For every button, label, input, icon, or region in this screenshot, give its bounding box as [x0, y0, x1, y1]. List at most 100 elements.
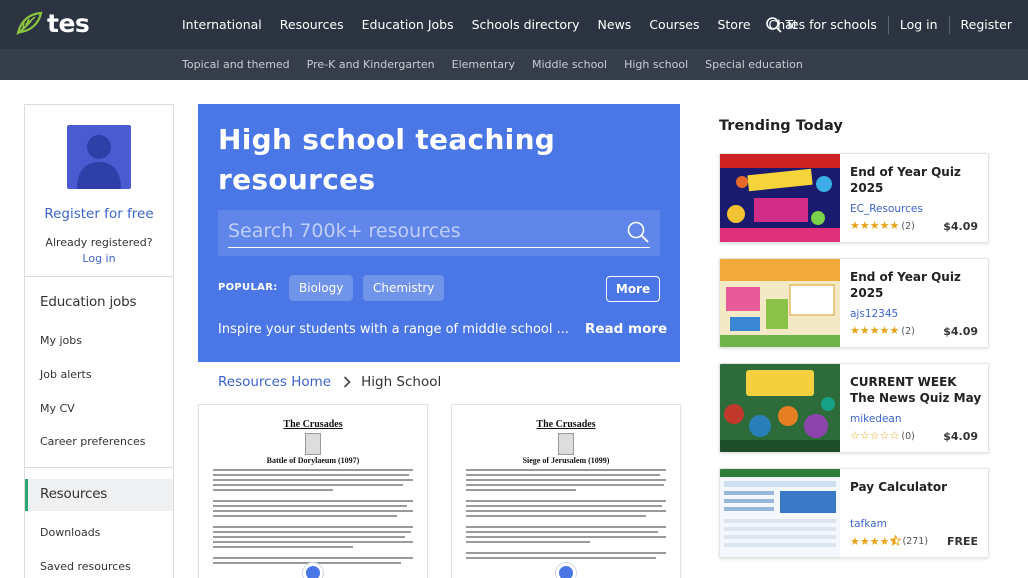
subnav-prek[interactable]: Pre-K and Kindergarten [307, 58, 435, 71]
trending-item-author[interactable]: EC_Resources [850, 203, 923, 215]
rating-count: (271) [902, 536, 929, 547]
trending-thumbnail [720, 469, 840, 557]
register-link[interactable]: Register [961, 17, 1012, 32]
sidebar-item-saved-resources[interactable]: Saved resources [40, 560, 131, 573]
trending-thumbnail [720, 364, 840, 452]
star-icon: ★ [889, 219, 900, 232]
nav-separator [948, 15, 950, 34]
subnav-topical[interactable]: Topical and themed [182, 58, 290, 71]
resource-card[interactable]: The Crusades Battle of Dorylaeum (1097) [198, 404, 428, 578]
tes-for-schools-link[interactable]: Tes for schools [785, 17, 876, 32]
resource-doc-subtitle: Battle of Dorylaeum (1097) [266, 456, 360, 465]
star-outline-icon: ☆ [879, 429, 890, 442]
star-icon: ★ [879, 324, 890, 337]
hero-banner: High school teaching resources POPULAR: … [198, 104, 680, 362]
trending-thumbnail [720, 259, 840, 347]
trending-item[interactable]: Pay Calculator tafkam ★ ★ ★ ★ (271) FREE [719, 468, 989, 558]
page-title: High school teaching resources [218, 123, 556, 196]
already-registered-text: Already registered? [45, 236, 153, 249]
trending-item-price: $4.09 [943, 220, 978, 233]
doc-pin-icon [303, 563, 323, 578]
breadcrumb: Resources Home High School [218, 372, 441, 392]
resources-heading[interactable]: Resources [40, 486, 107, 502]
chevron-right-icon [343, 376, 351, 388]
resource-doc-subtitle: Siege of Jerusalem (1099) [522, 456, 610, 465]
hero-description: Inspire your students with a range of mi… [218, 322, 569, 337]
trending-today-heading: Trending Today [719, 118, 843, 134]
star-icon: ★ [859, 324, 870, 337]
sidebar-item-my-jobs[interactable]: My jobs [40, 334, 82, 347]
nav-education-jobs[interactable]: Education Jobs [362, 17, 454, 32]
right-nav: Tes for schools Log in Register [765, 0, 1012, 49]
trending-item-title: End of Year Quiz 2025 [850, 165, 961, 195]
star-icon: ★ [859, 534, 870, 548]
education-jobs-heading: Education jobs [40, 294, 137, 310]
register-free-link[interactable]: Register for free [25, 206, 173, 222]
resource-search-input[interactable] [228, 218, 618, 244]
star-outline-icon: ☆ [889, 429, 900, 442]
star-icon: ★ [859, 219, 870, 232]
nav-resources[interactable]: Resources [280, 17, 344, 32]
search-underline [228, 247, 650, 248]
hero-search-box [218, 210, 660, 256]
resource-doc-title: The Crusades [536, 419, 596, 430]
star-icon: ★ [869, 324, 880, 337]
account-sidebar: Register for free Already registered? Lo… [24, 104, 174, 578]
sidebar-divider [25, 276, 173, 277]
star-half-icon [888, 534, 902, 548]
doc-text-lines [213, 469, 413, 567]
trending-item[interactable]: End of Year Quiz 2025 ajs12345 ★ ★ ★ ★ ★ (2)… [719, 258, 989, 348]
subnav-middle-school[interactable]: Middle school [532, 58, 607, 71]
login-link[interactable]: Log in [900, 17, 938, 32]
sidebar-item-downloads[interactable]: Downloads [40, 526, 100, 539]
subnav-special-education[interactable]: Special education [705, 58, 803, 71]
trending-item-title: CURRENT WEEK The News Quiz May [850, 375, 982, 405]
popular-chip-chemistry[interactable]: Chemistry [363, 275, 445, 301]
trending-item[interactable]: CURRENT WEEK The News Quiz May mikedean … [719, 363, 989, 453]
trending-item-price: FREE [946, 535, 978, 548]
doc-figure-image [305, 433, 321, 455]
more-button[interactable]: More [606, 276, 660, 302]
nav-schools-directory[interactable]: Schools directory [472, 17, 580, 32]
star-outline-icon: ☆ [859, 429, 870, 442]
avatar [67, 125, 131, 189]
star-rating: ★ ★ ★ ★ ★ (2) [850, 220, 915, 232]
popular-chip-biology[interactable]: Biology [289, 275, 354, 301]
resource-card[interactable]: The Crusades Siege of Jerusalem (1099) [451, 404, 681, 578]
star-icon: ★ [850, 324, 860, 337]
trending-thumbnail [720, 154, 840, 242]
nav-store[interactable]: Store [717, 17, 750, 32]
read-more-link[interactable]: Read more [585, 321, 667, 337]
logo-text: tes [47, 9, 90, 38]
rating-count: (2) [901, 220, 915, 232]
sidebar-item-my-cv[interactable]: My CV [40, 402, 75, 415]
sub-navigation-bar: Topical and themed Pre-K and Kindergarte… [0, 49, 1028, 80]
main-nav: International Resources Education Jobs S… [182, 0, 816, 49]
trending-item-author[interactable]: tafkam [850, 518, 887, 530]
trending-item-author[interactable]: ajs12345 [850, 308, 898, 320]
trending-item-price: $4.09 [943, 325, 978, 338]
subnav-high-school[interactable]: High school [624, 58, 688, 71]
star-icon: ★ [869, 219, 880, 232]
nav-courses[interactable]: Courses [649, 17, 699, 32]
breadcrumb-resources-home[interactable]: Resources Home [218, 374, 331, 390]
trending-item[interactable]: End of Year Quiz 2025 EC_Resources ★ ★ ★ ★ ★… [719, 153, 989, 243]
star-icon: ★ [879, 534, 890, 548]
nav-international[interactable]: International [182, 17, 262, 32]
tes-logo[interactable]: tes [15, 9, 90, 39]
doc-text-lines [466, 469, 666, 562]
trending-item-author[interactable]: mikedean [850, 413, 902, 425]
sidebar-login-link[interactable]: Log in [25, 252, 173, 265]
subnav-elementary[interactable]: Elementary [452, 58, 515, 71]
trending-item-title: Pay Calculator [850, 480, 947, 494]
top-navigation-bar: tes International Resources Education Jo… [0, 0, 1028, 49]
search-icon[interactable] [765, 16, 783, 34]
nav-news[interactable]: News [598, 17, 632, 32]
sidebar-item-career-preferences[interactable]: Career preferences [40, 435, 146, 448]
star-icon: ★ [850, 534, 860, 548]
rating-count: (0) [901, 430, 915, 442]
sidebar-item-job-alerts[interactable]: Job alerts [40, 368, 92, 381]
star-icon: ★ [879, 219, 890, 232]
search-icon[interactable] [626, 220, 650, 244]
user-silhouette-icon [77, 135, 121, 189]
